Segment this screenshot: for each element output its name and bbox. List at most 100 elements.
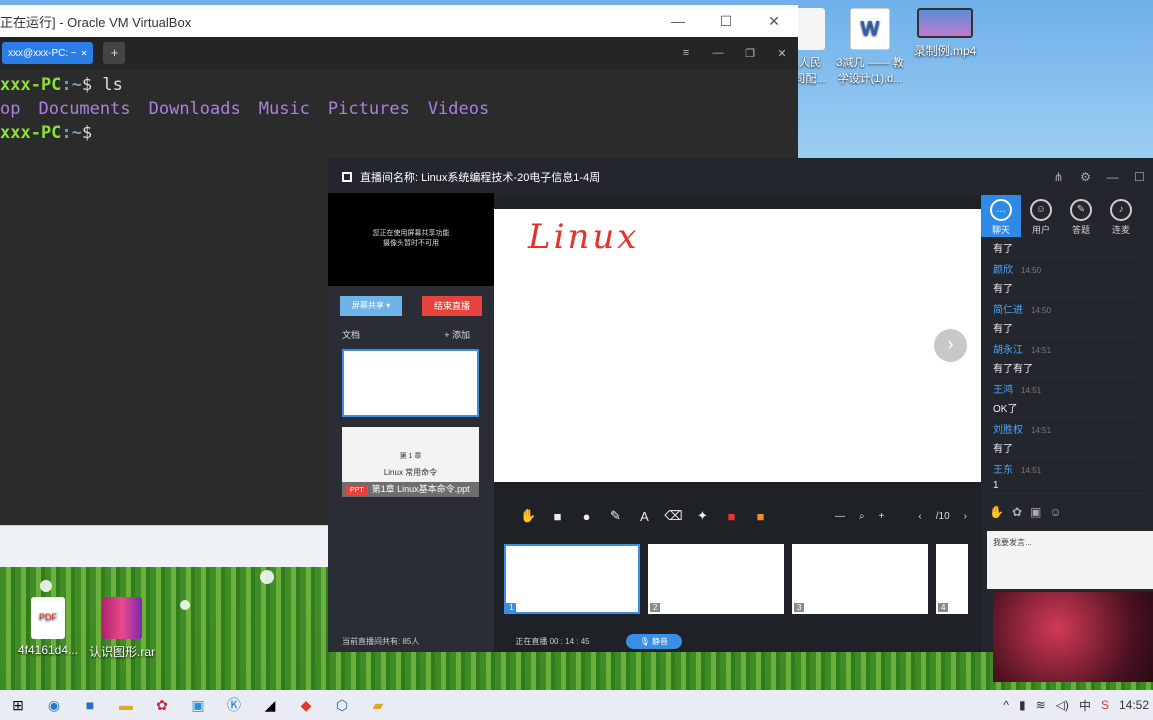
next-page-icon[interactable]: › (964, 511, 967, 522)
hand-raise-icon[interactable]: ✋ (989, 505, 1004, 519)
k-app-icon[interactable]: Ⓚ (216, 695, 252, 715)
message-time: 14:51 (1031, 426, 1052, 435)
message-time: 14:50 (1031, 306, 1052, 315)
laser-icon[interactable]: ✦ (688, 508, 717, 524)
virtualbox-icon[interactable]: ⬡ (324, 697, 360, 714)
ppt-badge: PPT (346, 486, 368, 495)
share-icon[interactable]: ⋔ (1045, 170, 1072, 184)
sender-name: 王东 (993, 465, 1013, 476)
settings-gear-icon[interactable]: ⚙ (1072, 170, 1099, 184)
new-tab-button[interactable]: + (103, 42, 126, 64)
orange-color-icon[interactable]: ■ (746, 509, 775, 524)
tab-quiz[interactable]: ✎ 答题 (1061, 195, 1101, 237)
maximize-button[interactable]: ☐ (1126, 170, 1153, 184)
volume-icon[interactable]: ◁) (1056, 698, 1069, 712)
prev-page-icon[interactable]: ‹ (918, 511, 921, 522)
mute-label: 静音 (652, 636, 668, 646)
handwritten-text: Linux (528, 217, 640, 257)
rectangle-icon[interactable]: ■ (543, 509, 572, 524)
desktop-icon-video[interactable]: 录制例.mp4 (905, 8, 985, 59)
desktop-icon-pdf[interactable]: PDF 4f4161d4... (8, 597, 88, 657)
chat-message: 胡永江 14:51 有了有了 (993, 338, 1141, 378)
tab-chat[interactable]: … 聊天 (981, 195, 1021, 237)
desktop-icon-rar[interactable]: 认识图形.rar (82, 597, 162, 660)
flower-icon[interactable]: ✿ (1012, 505, 1022, 519)
close-icon[interactable]: ✕ (766, 47, 798, 60)
image-icon[interactable]: ▣ (1030, 505, 1041, 519)
terminal-tab[interactable]: xxx@xxx-PC: ~ ✕ (2, 42, 94, 64)
ppt-document-thumb[interactable]: 第 1 章 Linux 常用命令 PPT 第1章 Linux基本命令.ppt (342, 427, 479, 497)
hand-icon[interactable]: ✋ (514, 508, 543, 524)
desktop-icon-doc2[interactable]: W 3减几 —— 教 学设计(1).d... (830, 8, 910, 86)
chat-message: 有了 (993, 237, 1141, 258)
slide-number: 2 (650, 603, 661, 612)
explorer-icon[interactable]: ▬ (108, 697, 144, 713)
chat-input[interactable]: 我要发言... (987, 531, 1153, 589)
folder-icon[interactable]: ▰ (360, 697, 396, 714)
usb-icon[interactable]: ▮ (1019, 698, 1026, 712)
chat-messages[interactable]: 有了 颜欣 14:50 有了 简仁进 14:50 有了 胡永江 14:51 有了有了 王鸿 1… (981, 237, 1153, 494)
minimize-button[interactable]: — (1099, 170, 1126, 184)
page-indicator: /10 (935, 510, 950, 522)
wifi-icon[interactable]: ≋ (1036, 698, 1046, 712)
text-icon[interactable]: A (630, 509, 659, 524)
clock[interactable]: 14:52 (1119, 698, 1149, 712)
mute-button[interactable]: 🎙 静音 (625, 633, 682, 649)
restore-icon[interactable]: ❐ (734, 47, 766, 60)
minimize-button[interactable]: — (654, 13, 702, 29)
close-tab-icon[interactable]: ✕ (81, 49, 88, 58)
live-stream-window: 直播间名称: Linux系统编程技术-20电子信息1-4周 ⋔ ⚙ — ☐ 您正… (328, 158, 1153, 652)
slide-thumb[interactable]: 3 (792, 544, 928, 614)
sender-name: 颜欣 (993, 265, 1013, 276)
eraser-icon[interactable]: ⌫ (659, 508, 688, 524)
zoom-icon[interactable]: ⌕ (859, 511, 865, 522)
slide-thumb[interactable]: 2 (648, 544, 784, 614)
live-room-title: 直播间名称: Linux系统编程技术-20电子信息1-4周 (360, 171, 601, 184)
desktop-icon-label: 4f4161d4... (17, 643, 79, 657)
slide-thumb[interactable]: 4 (936, 544, 968, 614)
blank-document-thumb[interactable] (342, 349, 479, 417)
terminal-line: xxx-PC:~$ (0, 121, 798, 145)
message-time: 14:50 (1021, 266, 1042, 275)
vm-taskbar (0, 525, 328, 567)
terminal-tab-label: xxx@xxx-PC: ~ (8, 47, 77, 59)
ppt-subtitle: Linux 常用命令 (383, 468, 438, 477)
app-icon[interactable]: ▣ (180, 697, 216, 714)
live-icon (342, 171, 352, 182)
screen-share-button[interactable]: 屏幕共享 ▾ (340, 296, 402, 316)
whiteboard[interactable]: Linux › (494, 209, 981, 482)
terminal-output[interactable]: xxx-PC:~$ ls op Documents Downloads Music Pi… (0, 69, 798, 145)
prompt-command: $ ls (81, 75, 123, 95)
message-text: 有了 (993, 284, 1013, 295)
minimize-icon[interactable]: — (702, 47, 734, 60)
ime-indicator[interactable]: 中 (1079, 697, 1091, 714)
red-color-icon[interactable]: ■ (717, 509, 746, 524)
menu-icon[interactable]: ≡ (670, 47, 702, 60)
add-document-button[interactable]: + 添加 (444, 328, 470, 341)
message-time: 14:51 (1021, 386, 1042, 395)
emoji-icon[interactable]: ☺ (1049, 505, 1061, 519)
tab-users[interactable]: ☺ 用户 (1021, 195, 1061, 237)
end-live-button[interactable]: 结束直播 (421, 296, 482, 316)
app-icon[interactable]: ◆ (288, 697, 324, 714)
camera-notice: 摄像头暂时不可用 (383, 240, 439, 247)
app-icon[interactable]: ◢ (252, 697, 288, 714)
next-page-button[interactable]: › (934, 329, 967, 362)
maximize-button[interactable]: ☐ (702, 13, 750, 30)
paint-icon[interactable]: ✿ (144, 697, 180, 714)
sender-name: 刘胜权 (993, 425, 1023, 436)
task-view-icon[interactable]: ⊞ (0, 697, 36, 714)
store-icon[interactable]: ■ (72, 697, 108, 713)
sogou-icon[interactable]: S (1101, 698, 1109, 712)
pen-icon[interactable]: ✎ (601, 508, 630, 524)
close-button[interactable]: ✕ (750, 13, 798, 30)
circle-icon[interactable]: ● (572, 509, 601, 524)
chat-message: 刘胜权 14:51 有了 (993, 418, 1141, 458)
edge-icon[interactable]: ◉ (36, 697, 72, 714)
ls-entry: Pictures (327, 99, 410, 119)
chevron-up-icon[interactable]: ^ (1003, 698, 1009, 712)
zoom-in-icon[interactable]: + (879, 511, 885, 522)
tab-mic[interactable]: ♪ 连麦 (1101, 195, 1141, 237)
slide-thumb[interactable]: 1 (504, 544, 640, 614)
zoom-out-icon[interactable]: — (835, 511, 845, 522)
